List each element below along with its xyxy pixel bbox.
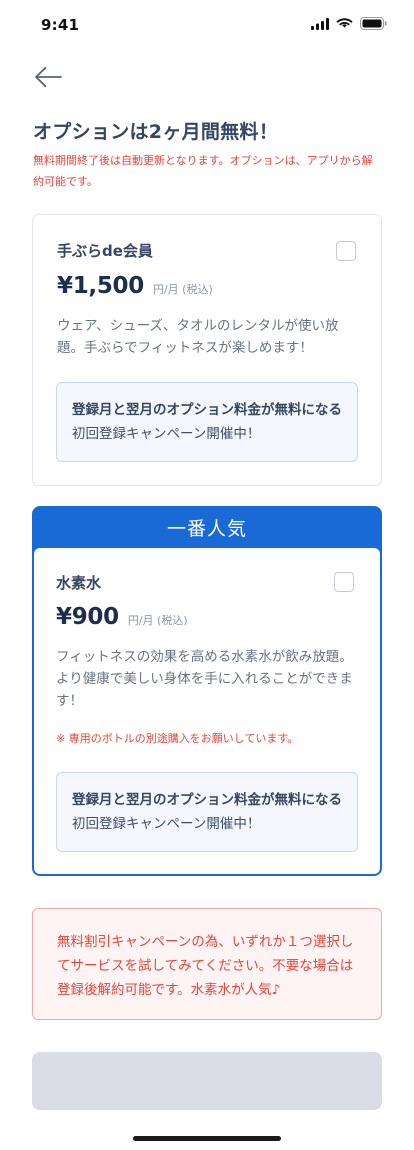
option-card-hydrogen-water[interactable]: 水素水 ¥900 円/月 (税込) フィットネスの効果を高める水素水が飲み放題。…	[34, 548, 380, 874]
option-price: ¥1,500	[57, 273, 144, 299]
price-row: ¥1,500 円/月 (税込)	[57, 273, 213, 299]
wifi-icon	[336, 17, 353, 27]
campaign-text: 初回登録キャンペーン開催中！	[72, 816, 261, 832]
status-time: 9:41	[41, 16, 80, 34]
arrow-left-icon	[35, 66, 62, 88]
bottle-note: ※ 専用のボトルの別途購入をお願いしています。	[56, 732, 299, 745]
submit-button[interactable]	[32, 1052, 382, 1110]
option-price: ¥900	[56, 604, 119, 630]
promo-notice: 無料割引キャンペーンの為、いずれか１つ選択してサービスを試してみてください。不要…	[32, 908, 382, 1020]
battery-icon	[360, 17, 387, 30]
campaign-bold-text: 登録月と翌月のオプション料金が無料になる	[72, 792, 342, 808]
option-name: 手ぶらde会員	[57, 242, 153, 260]
price-unit: 円/月 (税込)	[127, 614, 188, 627]
price-row: ¥900 円/月 (税込)	[56, 604, 188, 630]
option-description: フィットネスの効果を高める水素水が飲み放題。より健康で美しい身体を手に入れること…	[56, 649, 353, 709]
option-name: 水素水	[56, 574, 102, 592]
option-checkbox[interactable]	[336, 241, 356, 261]
campaign-bold-text: 登録月と翌月のオプション料金が無料になる	[72, 402, 342, 418]
status-icons	[311, 17, 387, 30]
promo-text: 無料割引キャンペーンの為、いずれか１つ選択してサービスを試してみてください。不要…	[57, 934, 354, 998]
status-bar: 9:41	[0, 0, 414, 50]
home-indicator	[133, 1136, 281, 1141]
campaign-box: 登録月と翌月のオプション料金が無料になる初回登録キャンペーン開催中！	[56, 382, 358, 462]
campaign-text: 初回登録キャンペーン開催中！	[72, 426, 261, 442]
option-card-tebura[interactable]: 手ぶらde会員 ¥1,500 円/月 (税込) ウェア、シューズ、タオルのレンタ…	[32, 214, 382, 486]
free-period-note: 無料期間終了後は自動更新となります。オプションは、アプリから解約可能です。	[33, 154, 373, 188]
back-button[interactable]	[34, 64, 64, 90]
popular-badge-frame: 一番人気 水素水 ¥900 円/月 (税込) フィットネスの効果を高める水素水が…	[32, 506, 382, 876]
option-checkbox[interactable]	[334, 572, 354, 592]
signal-icon	[311, 17, 329, 30]
campaign-box: 登録月と翌月のオプション料金が無料になる初回登録キャンペーン開催中！	[56, 772, 358, 852]
page-title: オプションは2ヶ月間無料！	[33, 121, 279, 143]
popular-badge: 一番人気	[166, 518, 247, 540]
option-description: ウェア、シューズ、タオルのレンタルが使い放題。手ぶらでフィットネスが楽しめます！	[57, 318, 339, 356]
price-unit: 円/月 (税込)	[152, 283, 213, 296]
